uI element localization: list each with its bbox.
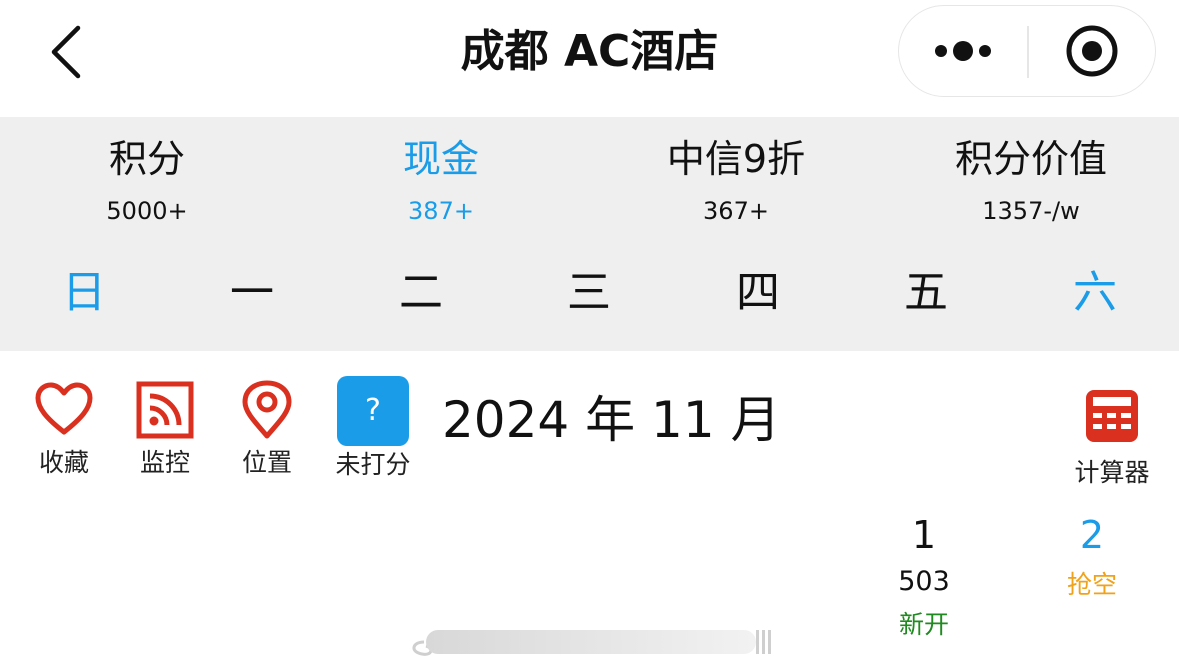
target-circle-icon — [1066, 25, 1118, 77]
back-button[interactable] — [44, 22, 92, 82]
day-number: 2 — [1079, 513, 1105, 557]
calculator-button[interactable]: 计算器 — [1068, 380, 1156, 490]
day-status: 抢空 — [1066, 570, 1117, 599]
unrated-button[interactable]: ? 未打分 — [326, 376, 420, 482]
stat-points[interactable]: 积分 5000+ — [0, 135, 294, 229]
weekday-sat: 六 — [1073, 267, 1117, 318]
stat-label: 积分 — [108, 137, 185, 181]
stat-points-value[interactable]: 积分价值 1357-/w — [884, 135, 1178, 229]
question-mark-icon: ? — [337, 376, 409, 446]
stat-label: 积分价值 — [954, 137, 1107, 181]
month-title: 2024 年 11 月 — [442, 391, 781, 449]
more-dots-icon — [935, 41, 991, 61]
stat-label: 现金 — [402, 137, 479, 181]
stat-value: 367+ — [703, 197, 769, 225]
location-button[interactable]: 位置 — [233, 380, 301, 480]
stat-value: 1357-/w — [982, 197, 1080, 225]
stat-value: 387+ — [408, 197, 474, 225]
location-label: 位置 — [241, 448, 292, 477]
calculator-label: 计算器 — [1074, 458, 1150, 487]
rss-feed-icon — [136, 381, 194, 439]
weekday-sun: 日 — [62, 267, 106, 318]
stat-label: 中信9折 — [666, 137, 806, 181]
unrated-label: 未打分 — [335, 450, 411, 479]
day-status: 新开 — [898, 610, 949, 639]
day-price: 503 — [898, 566, 950, 597]
stat-citic-discount[interactable]: 中信9折 367+ — [589, 135, 883, 229]
close-miniprogram-button[interactable] — [1029, 6, 1155, 96]
favorite-button[interactable]: 收藏 — [30, 380, 98, 480]
price-summary-panel: 积分 5000+ 现金 387+ 中信9折 367+ 积分价值 1357-/w … — [0, 117, 1179, 351]
heart-icon — [35, 382, 93, 435]
weekday-mon: 一 — [230, 267, 274, 318]
day-number: 1 — [911, 513, 937, 557]
weekday-thu: 四 — [736, 267, 780, 318]
stat-value: 5000+ — [106, 197, 188, 225]
mini-program-capsule — [898, 5, 1156, 97]
monitor-button[interactable]: 监控 — [131, 380, 199, 480]
weekday-wed: 三 — [567, 267, 611, 318]
map-pin-icon — [242, 380, 292, 439]
stat-cash[interactable]: 现金 387+ — [294, 135, 588, 229]
more-button[interactable] — [899, 6, 1027, 96]
calendar-day-2[interactable]: 2 抢空 — [1042, 510, 1142, 602]
chevron-left-icon — [51, 25, 81, 79]
weekday-fri: 五 — [904, 267, 948, 318]
loading-indicator — [412, 630, 771, 656]
weekday-tue: 二 — [399, 267, 443, 318]
calendar-day-1[interactable]: 1 503 新开 — [874, 510, 974, 642]
navigation-bar: 成都 AC酒店 — [0, 0, 1179, 116]
favorite-label: 收藏 — [38, 448, 89, 477]
calculator-icon — [1086, 390, 1138, 442]
monitor-label: 监控 — [139, 448, 190, 477]
